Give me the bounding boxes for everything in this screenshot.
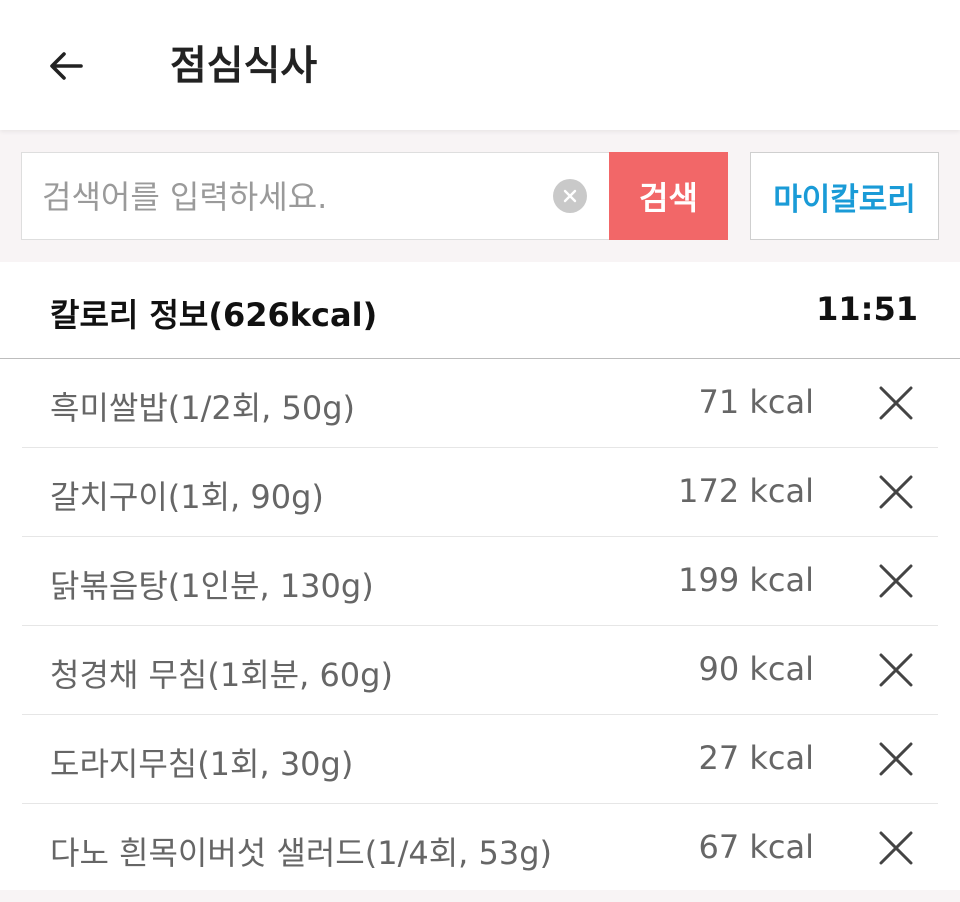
food-kcal: 90 kcal [698, 650, 814, 688]
app-screen: 점심식사 검색 마이칼로리 칼로리 정보(626kcal) 11:51 흑미쌀밥… [0, 0, 960, 902]
delete-food-button[interactable] [876, 739, 916, 779]
food-list-item: 도라지무침(1회, 30g) 27 kcal [22, 715, 938, 804]
search-button[interactable]: 검색 [609, 152, 728, 240]
close-icon [879, 475, 913, 509]
food-kcal: 71 kcal [698, 383, 814, 421]
food-name: 갈치구이(1회, 90g) [50, 478, 324, 516]
calorie-panel: 칼로리 정보(626kcal) 11:51 흑미쌀밥(1/2회, 50g) 71… [0, 262, 960, 890]
food-list: 흑미쌀밥(1/2회, 50g) 71 kcal 갈치구이(1회, 90g) 17… [22, 359, 938, 892]
food-name: 닭볶음탕(1인분, 130g) [50, 567, 374, 605]
page-title: 점심식사 [170, 43, 318, 89]
food-kcal: 27 kcal [698, 739, 814, 777]
close-icon [879, 564, 913, 598]
food-name: 도라지무침(1회, 30g) [50, 745, 354, 783]
delete-food-button[interactable] [876, 650, 916, 690]
food-name: 다노 흰목이버섯 샐러드(1/4회, 53g) [50, 834, 553, 872]
food-kcal: 67 kcal [698, 828, 814, 866]
search-input-container [21, 152, 610, 240]
calorie-info-header: 칼로리 정보(626kcal) 11:51 [0, 262, 960, 359]
back-button[interactable] [40, 40, 92, 92]
food-list-item: 청경채 무침(1회분, 60g) 90 kcal [22, 626, 938, 715]
meal-time: 11:51 [816, 290, 918, 328]
clear-circle-icon [563, 189, 577, 203]
delete-food-button[interactable] [876, 561, 916, 601]
close-icon [879, 831, 913, 865]
arrow-left-icon [50, 52, 83, 80]
search-input[interactable] [40, 171, 544, 223]
food-kcal: 172 kcal [678, 472, 814, 510]
food-name: 청경채 무침(1회분, 60g) [50, 656, 393, 694]
delete-food-button[interactable] [876, 828, 916, 868]
delete-food-button[interactable] [876, 472, 916, 512]
food-list-item: 갈치구이(1회, 90g) 172 kcal [22, 448, 938, 537]
food-kcal: 199 kcal [678, 561, 814, 599]
food-list-item: 흑미쌀밥(1/2회, 50g) 71 kcal [22, 359, 938, 448]
top-app-bar: 점심식사 [0, 0, 960, 130]
food-list-item: 닭볶음탕(1인분, 130g) 199 kcal [22, 537, 938, 626]
delete-food-button[interactable] [876, 383, 916, 423]
food-name: 흑미쌀밥(1/2회, 50g) [50, 389, 356, 427]
calorie-info-title: 칼로리 정보(626kcal) [50, 296, 378, 334]
search-bar: 검색 마이칼로리 [21, 152, 939, 240]
my-calorie-button[interactable]: 마이칼로리 [750, 152, 939, 240]
food-list-item: 다노 흰목이버섯 샐러드(1/4회, 53g) 67 kcal [22, 804, 938, 892]
clear-search-button[interactable] [553, 179, 587, 213]
close-icon [879, 653, 913, 687]
close-icon [879, 742, 913, 776]
close-icon [879, 386, 913, 420]
